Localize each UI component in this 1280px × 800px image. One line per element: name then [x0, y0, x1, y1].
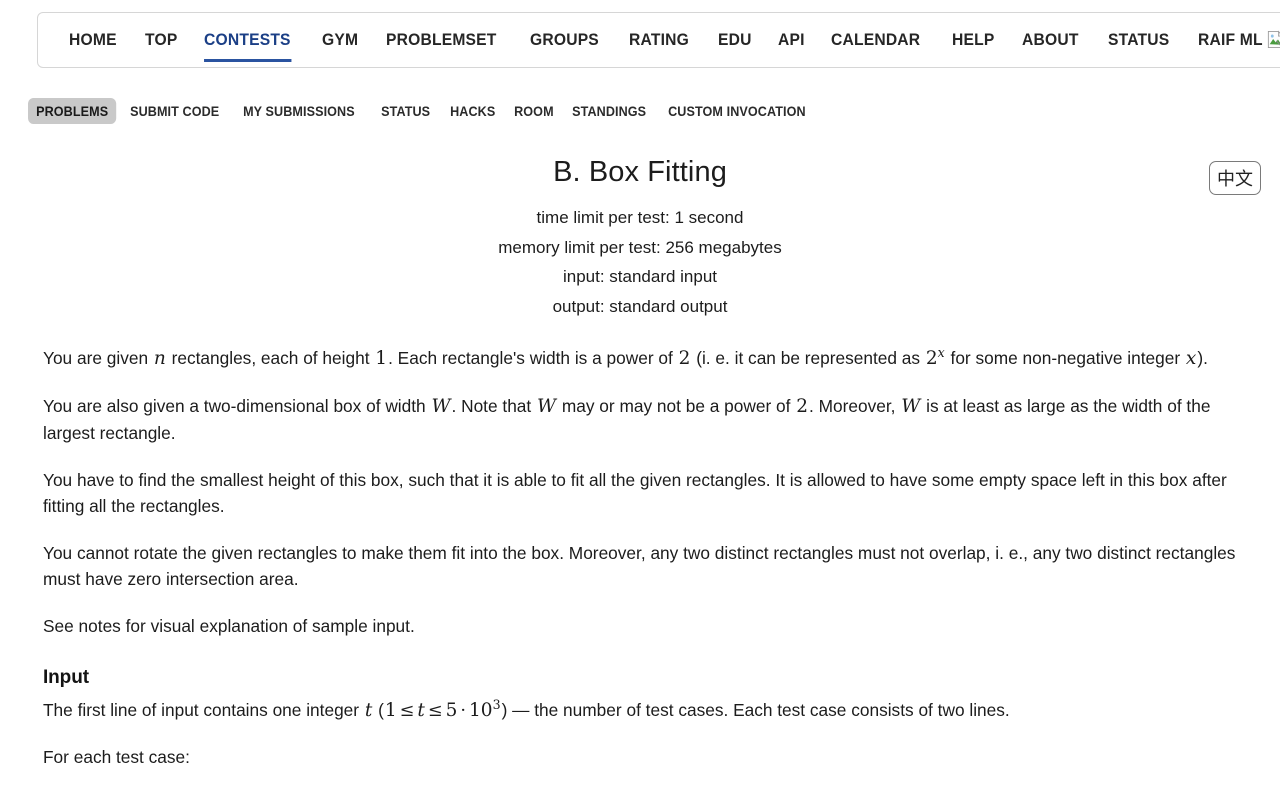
- math-ten-pow-three-exponent: 3: [492, 696, 501, 712]
- math-cdot: ·: [460, 700, 467, 721]
- math-w-2: W: [537, 395, 557, 417]
- nav-item-top[interactable]: TOP: [134, 24, 189, 56]
- math-two-2: 2: [796, 395, 809, 417]
- math-constraint-five: 5: [445, 699, 458, 721]
- tab-custom-invocation[interactable]: CUSTOM INVOCATION: [660, 98, 814, 124]
- math-ten-pow-three-base: 10: [469, 699, 493, 721]
- p1-text-4: (i. e. it can be represented as: [691, 348, 925, 368]
- math-constraint-var: t: [417, 699, 425, 721]
- math-le-2: ≤: [427, 700, 443, 721]
- tab-room[interactable]: ROOM: [506, 98, 562, 124]
- tab-my-submissions[interactable]: MY SUBMISSIONS: [235, 98, 363, 124]
- statement-paragraph-5: See notes for visual explanation of samp…: [43, 615, 415, 636]
- contest-tab-bar: PROBLEMS SUBMIT CODE MY SUBMISSIONS STAT…: [28, 98, 827, 124]
- p1-text-5: for some non-negative integer: [945, 348, 1185, 368]
- nav-item-edu[interactable]: EDU: [707, 24, 763, 56]
- math-le-1: ≤: [399, 700, 415, 721]
- math-ten-pow-three: 103: [468, 698, 502, 721]
- nav-item-status[interactable]: STATUS: [1097, 24, 1180, 56]
- nav-item-rating[interactable]: RATING: [618, 24, 700, 56]
- problem-statement-body: You are given n rectangles, each of heig…: [0, 345, 1280, 771]
- p2-text-2: . Note that: [451, 395, 537, 416]
- p2-text-3: may or may not be a power of: [557, 395, 796, 416]
- language-toggle-label: 中文: [1217, 169, 1253, 190]
- problem-header: B. Box Fitting time limit per test: 1 se…: [0, 140, 1280, 321]
- nav-item-help[interactable]: HELP: [941, 24, 1006, 56]
- math-constraint-lower: 1: [384, 699, 397, 721]
- inp-text-1: The first line of input contains one int…: [43, 699, 364, 720]
- math-w-1: W: [431, 395, 451, 417]
- math-two: 2: [678, 348, 691, 369]
- tab-submit-code[interactable]: SUBMIT CODE: [122, 98, 227, 124]
- nav-item-raif-ml[interactable]: RAIF ML: [1187, 24, 1280, 56]
- nav-item-api[interactable]: API: [767, 24, 816, 56]
- statement-paragraph-4: You cannot rotate the given rectangles t…: [43, 542, 1236, 590]
- math-w-3: W: [901, 395, 921, 417]
- math-one: 1: [375, 348, 388, 369]
- math-two-pow-x-base: 2: [925, 348, 938, 369]
- p1-text-6: ).: [1197, 348, 1208, 368]
- inp-text-2: (: [373, 699, 384, 720]
- time-limit-line: time limit per test: 1 second: [536, 208, 744, 227]
- input-section-heading: Input: [43, 667, 89, 688]
- math-x: x: [1185, 348, 1197, 369]
- nav-item-calendar[interactable]: CALENDAR: [820, 24, 931, 56]
- input-description-paragraph: The first line of input contains one int…: [43, 697, 1238, 725]
- output-spec-line: output: standard output: [552, 296, 728, 316]
- math-two-pow-x-exponent: x: [937, 344, 945, 360]
- problem-statement-panel: 中文 B. Box Fitting time limit per test: 1…: [0, 140, 1280, 791]
- p2-text-4: . Moreover,: [809, 395, 901, 416]
- p1-text-1: You are given: [43, 348, 153, 368]
- nav-item-gym[interactable]: GYM: [311, 24, 369, 56]
- broken-image-icon: [1268, 30, 1280, 49]
- statement-paragraph-1: You are given n rectangles, each of heig…: [43, 345, 1238, 373]
- inp-text-3: ) — the number of test cases. Each test …: [501, 699, 1010, 720]
- page-title: B. Box Fitting: [553, 156, 727, 188]
- tab-hacks[interactable]: HACKS: [442, 98, 503, 124]
- statement-paragraph-3: You have to find the smallest height of …: [43, 469, 1227, 517]
- memory-limit-line: memory limit per test: 256 megabytes: [498, 237, 782, 257]
- math-two-pow-x: 2x: [925, 344, 946, 369]
- nav-item-home[interactable]: HOME: [58, 24, 128, 56]
- p1-text-3: . Each rectangle's width is a power of: [388, 348, 678, 368]
- p1-text-2: rectangles, each of height: [166, 348, 375, 368]
- p2-text-1: You are also given a two-dimensional box…: [43, 395, 431, 416]
- nav-item-contests[interactable]: CONTESTS: [193, 24, 302, 62]
- for-each-test-case-paragraph: For each test case:: [43, 747, 190, 767]
- nav-item-problemset[interactable]: PROBLEMSET: [375, 24, 508, 56]
- math-t: t: [364, 699, 373, 721]
- statement-paragraph-2: You are also given a two-dimensional box…: [43, 393, 1238, 447]
- nav-item-groups[interactable]: GROUPS: [519, 24, 610, 56]
- math-n: n: [153, 348, 166, 369]
- input-spec-line: input: standard input: [562, 267, 718, 286]
- tab-standings[interactable]: STANDINGS: [564, 98, 654, 124]
- nav-item-about[interactable]: ABOUT: [1011, 24, 1090, 56]
- tab-status[interactable]: STATUS: [373, 98, 438, 124]
- nav-item-raif-ml-label: RAIF ML: [1198, 30, 1264, 49]
- language-toggle-button[interactable]: 中文: [1209, 161, 1261, 195]
- main-navigation-bar: HOME TOP CONTESTS GYM PROBLEMSET GROUPS …: [37, 12, 1280, 68]
- tab-problems[interactable]: PROBLEMS: [28, 98, 117, 124]
- main-navigation-list: HOME TOP CONTESTS GYM PROBLEMSET GROUPS …: [38, 13, 1280, 67]
